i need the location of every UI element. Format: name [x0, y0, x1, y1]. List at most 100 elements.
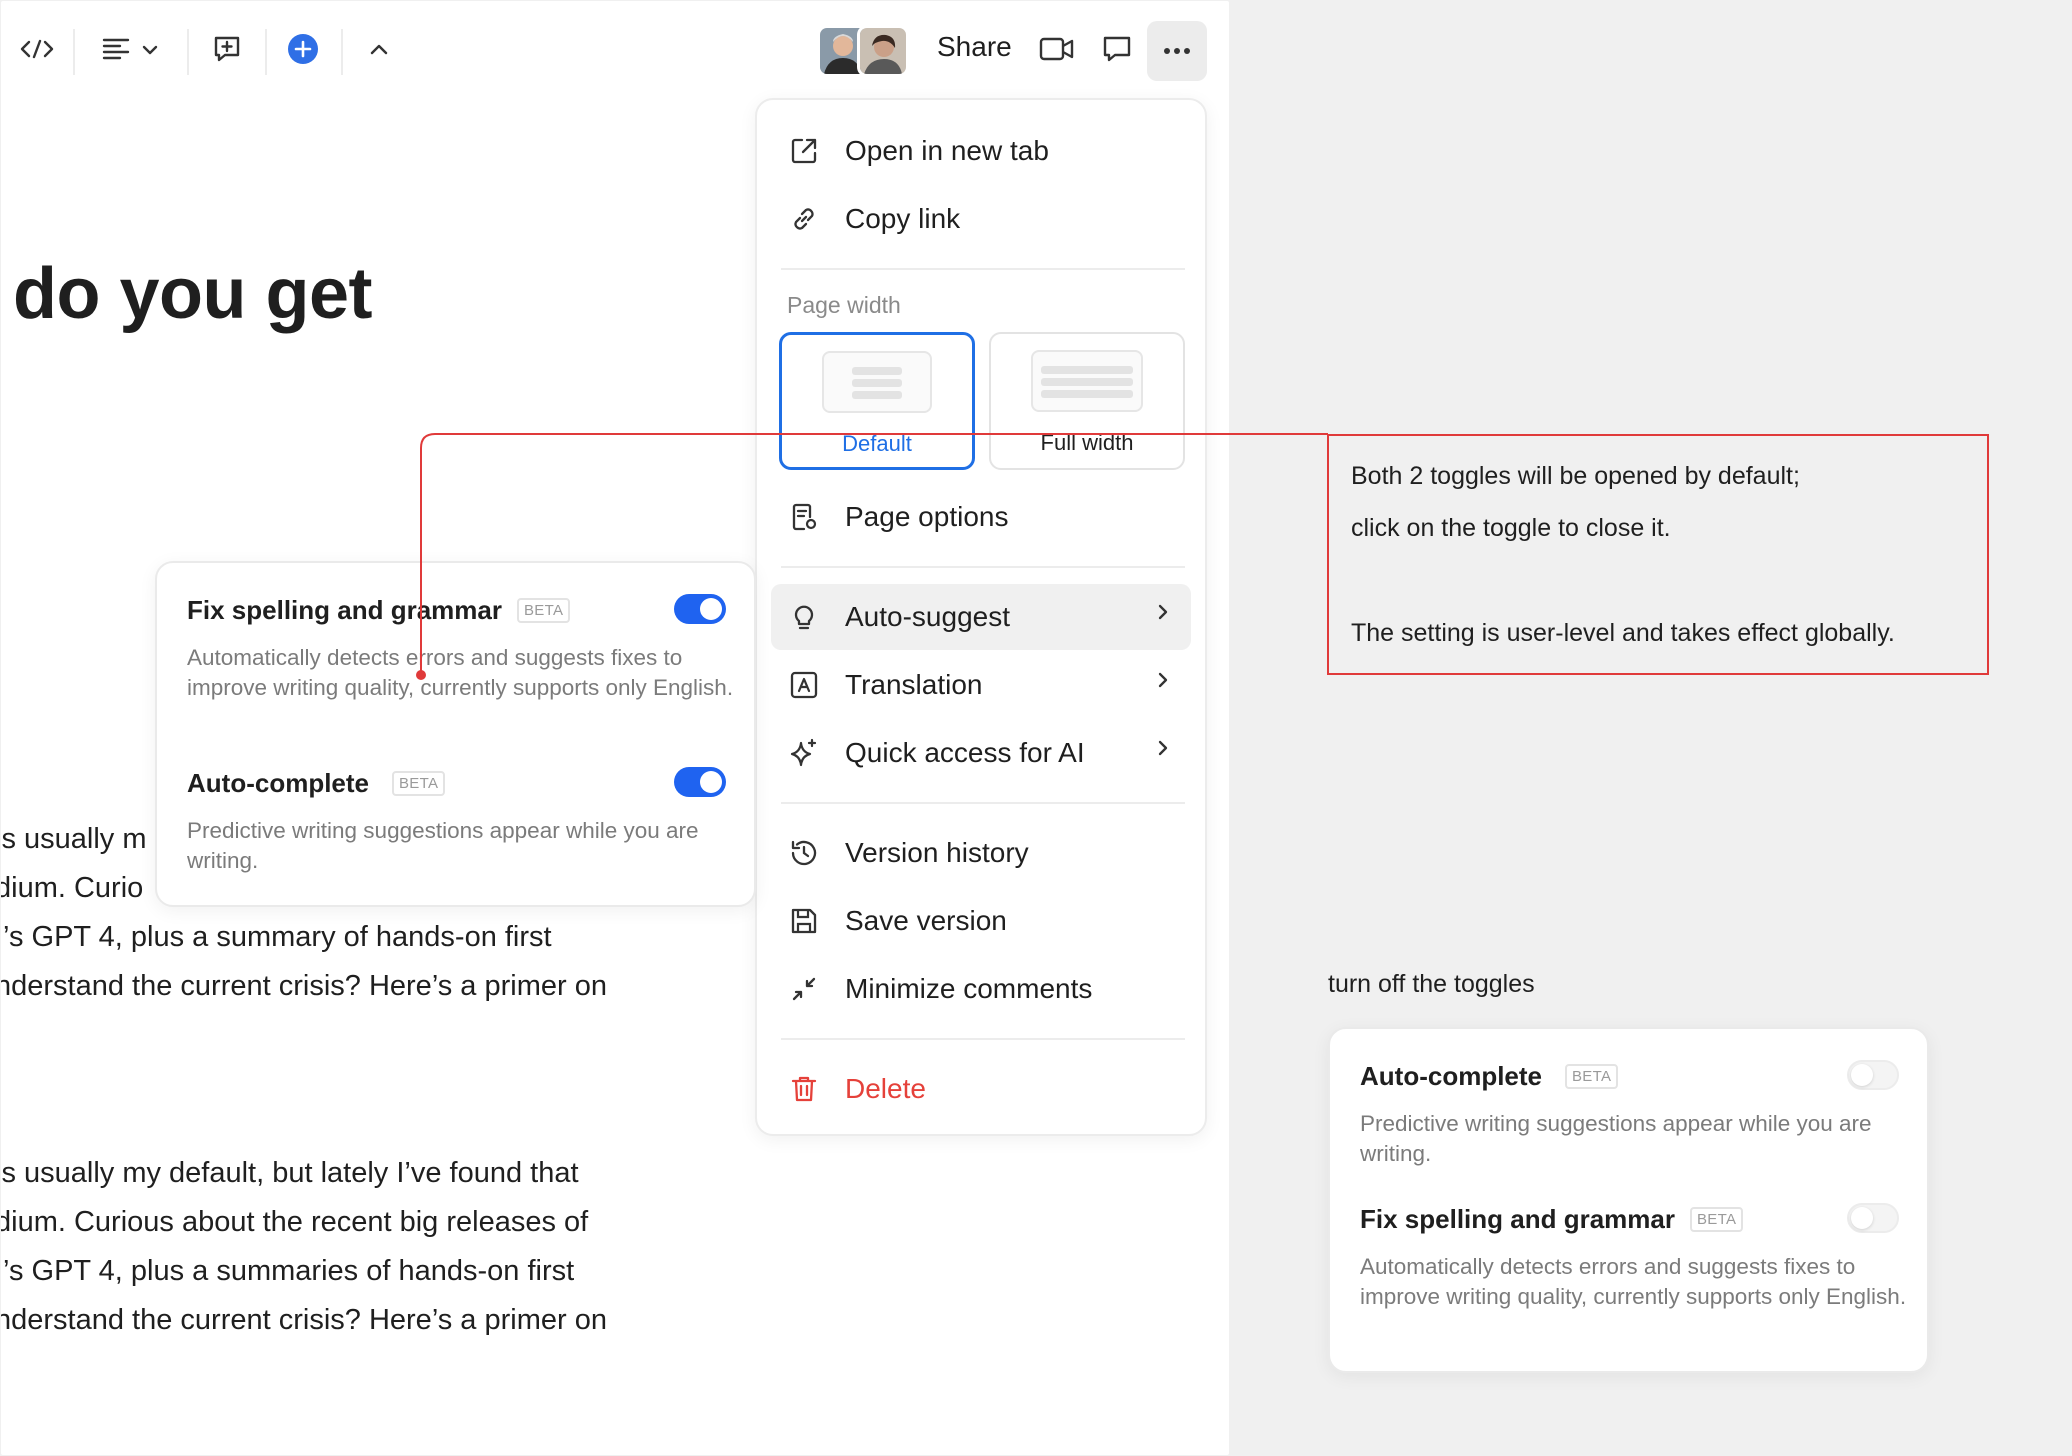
menu-item-quick-access-ai[interactable]: Quick access for AI	[771, 720, 1191, 786]
fix-spelling-description: Automatically detects errors and suggest…	[187, 645, 734, 700]
menu-item-minimize-comments[interactable]: Minimize comments	[771, 956, 1191, 1022]
translate-icon	[787, 668, 821, 702]
document-paragraph-line: I’s GPT 4, plus a summary of hands-on fi…	[1, 921, 552, 953]
code-view-button[interactable]	[11, 25, 63, 77]
menu-item-copy-link[interactable]: Copy link	[771, 186, 1191, 252]
text-align-dropdown[interactable]	[95, 25, 165, 77]
fix-spelling-title: Fix spelling and grammar	[187, 595, 502, 625]
video-call-button[interactable]	[1031, 25, 1083, 77]
beta-badge: BETA	[1690, 1207, 1744, 1232]
collaborator-avatars[interactable]	[817, 25, 909, 77]
code-icon	[20, 39, 54, 64]
history-icon	[787, 836, 821, 870]
document-heading: do you get	[13, 254, 372, 334]
comment-plus-icon	[212, 34, 242, 69]
toolbar-divider	[73, 29, 75, 75]
toolbar: Share	[1, 1, 1229, 101]
fix-spelling-toggle[interactable]	[1847, 1203, 1899, 1233]
autocomplete-description: Predictive writing suggestions appear wh…	[187, 818, 699, 873]
insert-button[interactable]	[277, 25, 329, 77]
align-left-icon	[102, 37, 130, 66]
menu-item-label: Copy link	[845, 203, 961, 234]
menu-item-label: Minimize comments	[845, 973, 1093, 1004]
toolbar-divider	[187, 29, 189, 75]
more-options-button[interactable]	[1147, 21, 1207, 81]
menu-divider	[781, 268, 1185, 270]
trash-icon	[787, 1072, 821, 1106]
menu-item-version-history[interactable]: Version history	[771, 820, 1191, 886]
sparkle-icon	[787, 736, 821, 770]
document-paragraph-line: dium. Curious about the recent big relea…	[1, 1206, 589, 1238]
comment-icon	[1102, 34, 1132, 69]
page-width-full-option[interactable]: Full width	[989, 332, 1185, 470]
chevron-down-icon	[142, 42, 158, 60]
chevron-right-icon	[1157, 671, 1169, 694]
avatar	[857, 25, 909, 77]
fix-spelling-title: Fix spelling and grammar	[1360, 1204, 1675, 1234]
page-settings-icon	[787, 500, 821, 534]
page-width-label: Page width	[787, 292, 901, 318]
page-width-thumbnail	[1031, 350, 1143, 412]
autocomplete-title: Auto-complete	[1360, 1061, 1542, 1091]
external-link-icon	[787, 134, 821, 168]
fix-spelling-toggle[interactable]	[674, 594, 726, 624]
share-button[interactable]: Share	[937, 31, 1012, 63]
menu-item-label: Delete	[845, 1073, 926, 1104]
add-comment-button[interactable]	[201, 25, 253, 77]
save-icon	[787, 904, 821, 938]
page-width-thumbnail	[822, 351, 932, 413]
menu-item-label: Translation	[845, 669, 983, 700]
menu-divider	[781, 802, 1185, 804]
beta-badge: BETA	[392, 771, 446, 796]
document-paragraph-line: is usually m	[1, 823, 147, 855]
chevron-right-icon	[1157, 603, 1169, 626]
minimize-icon	[787, 972, 821, 1006]
toolbar-divider	[341, 29, 343, 75]
menu-item-label: Version history	[845, 837, 1029, 868]
menu-item-label: Save version	[845, 905, 1007, 936]
page-width-full-label: Full width	[1040, 430, 1134, 455]
collapse-toolbar-button[interactable]	[353, 25, 405, 77]
off-state-caption: turn off the toggles	[1328, 970, 1535, 998]
toolbar-divider	[265, 29, 267, 75]
fix-spelling-description: Automatically detects errors and suggest…	[1360, 1254, 1907, 1309]
link-icon	[787, 202, 821, 236]
auto-suggest-settings-popup-off: Auto-complete BETA Predictive writing su…	[1328, 1027, 1929, 1373]
menu-item-translation[interactable]: Translation	[771, 652, 1191, 718]
document-paragraph-line: nderstand the current crisis? Here’s a p…	[1, 970, 607, 1002]
menu-item-label: Quick access for AI	[845, 737, 1085, 768]
beta-badge: BETA	[517, 598, 571, 623]
comments-button[interactable]	[1091, 25, 1143, 77]
page-width-default-label: Default	[842, 431, 912, 456]
menu-divider	[781, 566, 1185, 568]
menu-item-delete[interactable]: Delete	[771, 1056, 1191, 1122]
menu-item-label: Auto-suggest	[845, 601, 1010, 632]
plus-circle-icon	[287, 33, 319, 70]
menu-item-label: Page options	[845, 501, 1009, 532]
menu-item-open-new-tab[interactable]: Open in new tab	[771, 118, 1191, 184]
annotation-text: Both 2 toggles will be opened by default…	[1351, 462, 1800, 490]
document-paragraph-line: dium. Curio	[1, 872, 144, 904]
beta-badge: BETA	[1565, 1064, 1619, 1089]
video-camera-icon	[1039, 36, 1075, 67]
page-width-default-option[interactable]: Default	[779, 332, 975, 470]
menu-divider	[781, 1038, 1185, 1040]
more-horizontal-icon	[1163, 42, 1191, 60]
menu-item-auto-suggest[interactable]: Auto-suggest	[771, 584, 1191, 650]
menu-item-save-version[interactable]: Save version	[771, 888, 1191, 954]
document-paragraph-line: nderstand the current crisis? Here’s a p…	[1, 1304, 607, 1336]
document-paragraph-line: is usually my default, but lately I’ve f…	[1, 1157, 579, 1189]
annotation-text: click on the toggle to close it.	[1351, 514, 1671, 542]
lightbulb-icon	[787, 600, 821, 634]
menu-item-page-options[interactable]: Page options	[771, 484, 1191, 550]
menu-item-label: Open in new tab	[845, 135, 1049, 166]
document-paragraph-line: I’s GPT 4, plus a summaries of hands-on …	[1, 1255, 575, 1287]
autocomplete-toggle[interactable]	[674, 767, 726, 797]
auto-suggest-settings-popup: Fix spelling and grammar BETA Automatica…	[155, 561, 756, 907]
autocomplete-toggle[interactable]	[1847, 1060, 1899, 1090]
chevron-up-icon	[370, 42, 388, 60]
autocomplete-description: Predictive writing suggestions appear wh…	[1360, 1111, 1872, 1166]
more-options-menu: Open in new tab Copy link Page width Def…	[755, 98, 1207, 1136]
annotation-note: Both 2 toggles will be opened by default…	[1327, 434, 1989, 675]
annotation-text: The setting is user-level and takes effe…	[1351, 619, 1895, 647]
